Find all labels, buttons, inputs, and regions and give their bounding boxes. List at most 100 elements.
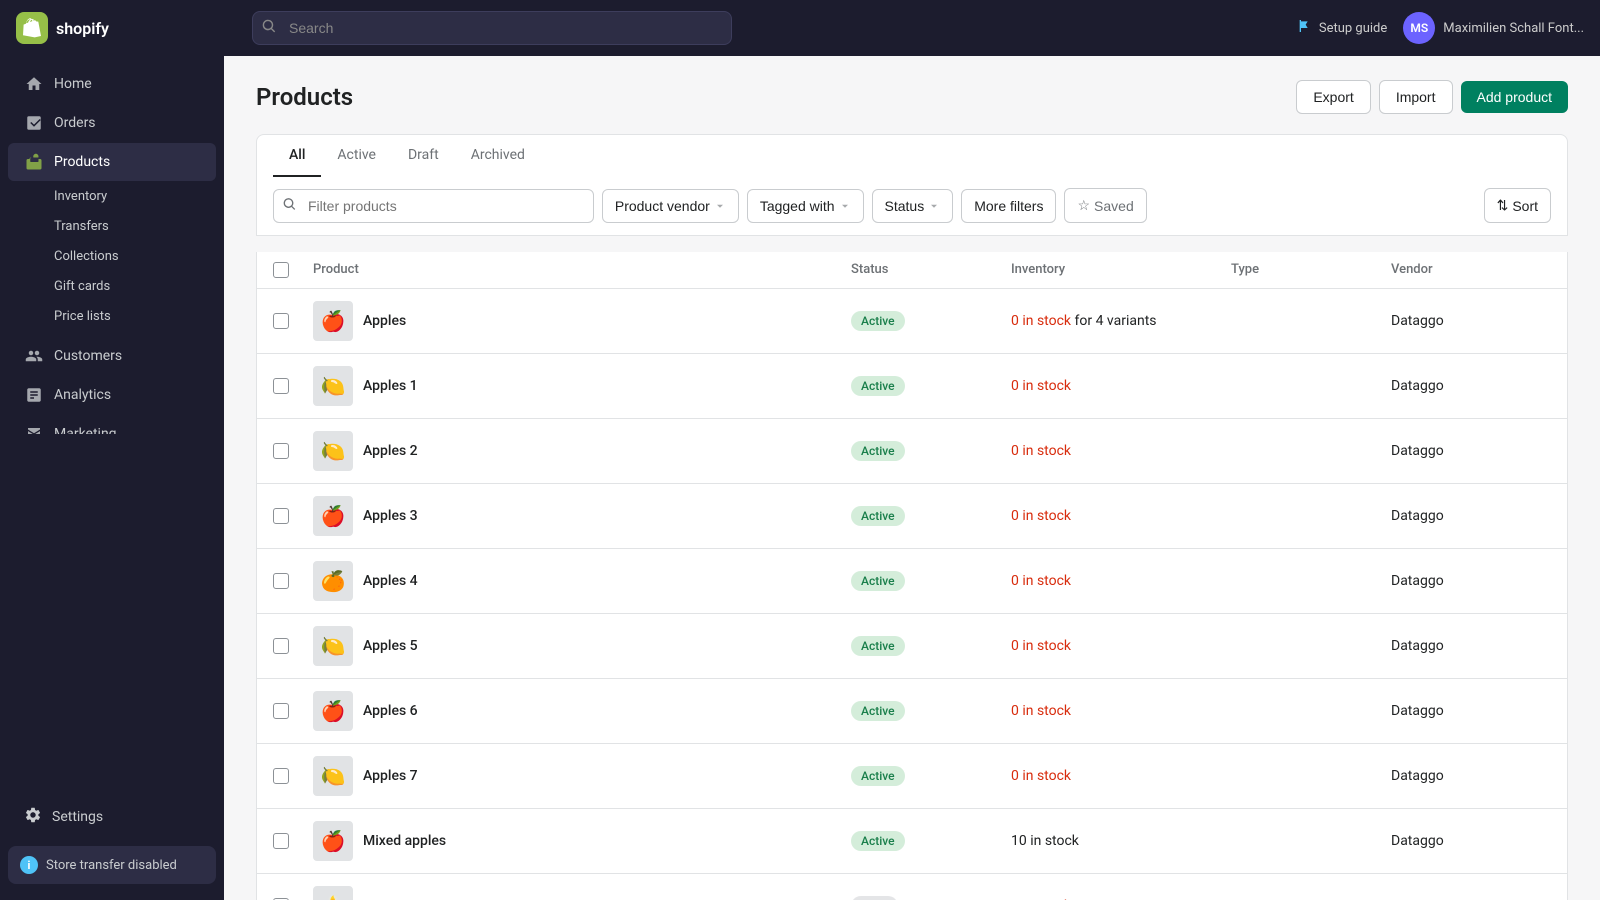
setup-guide-button[interactable]: Setup guide — [1297, 18, 1387, 38]
row-checkbox[interactable] — [273, 378, 289, 394]
row-checkbox[interactable] — [273, 508, 289, 524]
product-name: Apples 5 — [363, 638, 418, 654]
vendor-cell: Dataggo — [1391, 833, 1551, 849]
table-row[interactable]: 🍋 Apples 5 Active 0 in stock Dataggo — [257, 614, 1567, 679]
table-row[interactable]: 🍋 Apples 1 Active 0 in stock Dataggo — [257, 354, 1567, 419]
row-checkbox[interactable] — [273, 703, 289, 719]
sidebar-item-marketing[interactable]: Marketing — [8, 415, 216, 434]
row-checkbox[interactable] — [273, 573, 289, 589]
row-checkbox[interactable] — [273, 638, 289, 654]
customers-icon — [24, 346, 44, 366]
row-checkbox[interactable] — [273, 313, 289, 329]
product-search[interactable] — [273, 189, 594, 223]
status-cell: Active — [851, 506, 1011, 526]
sidebar-item-products[interactable]: Products — [8, 143, 216, 181]
export-button[interactable]: Export — [1296, 80, 1370, 114]
table-row[interactable]: 🍎 Apples Active 0 in stock for 4 variant… — [257, 289, 1567, 354]
home-icon — [24, 74, 44, 94]
status-badge: Active — [851, 376, 905, 396]
product-name: Apples — [363, 313, 406, 329]
status-badge: Active — [851, 311, 905, 331]
inventory-cell: 10 in stock — [1011, 833, 1231, 849]
products-table: Product Status Inventory Type Vendor 🍎 A… — [256, 252, 1568, 900]
header-actions: Export Import Add product — [1296, 80, 1568, 114]
vendor-cell: Dataggo — [1391, 443, 1551, 459]
user-menu[interactable]: MS Maximilien Schall Font... — [1403, 12, 1584, 44]
tagged-with-filter[interactable]: Tagged with — [747, 189, 864, 223]
product-cell: 🍎 Apples 3 — [313, 496, 851, 536]
sidebar-settings[interactable]: Settings — [8, 797, 216, 837]
saved-button[interactable]: ☆ Saved — [1064, 188, 1146, 223]
tab-archived[interactable]: Archived — [455, 135, 541, 177]
row-checkbox-cell — [273, 638, 313, 654]
analytics-icon — [24, 385, 44, 405]
row-checkbox-cell — [273, 703, 313, 719]
sidebar-item-analytics[interactable]: Analytics — [8, 376, 216, 414]
header-type: Type — [1231, 262, 1391, 278]
global-search[interactable] — [252, 11, 732, 45]
row-checkbox-cell — [273, 313, 313, 329]
product-vendor-filter[interactable]: Product vendor — [602, 189, 739, 223]
more-filters-button[interactable]: More filters — [961, 189, 1056, 223]
inventory-cell: 0 in stock — [1011, 443, 1231, 459]
import-button[interactable]: Import — [1379, 80, 1453, 114]
logo: shopify — [16, 12, 240, 44]
header-inventory: Inventory — [1011, 262, 1231, 278]
row-checkbox-cell — [273, 573, 313, 589]
filter-search-icon — [283, 197, 296, 214]
table-row[interactable]: 🍊 Apples 4 Active 0 in stock Dataggo — [257, 549, 1567, 614]
product-thumbnail: 🍊 — [313, 561, 353, 601]
status-cell: Active — [851, 441, 1011, 461]
add-product-button[interactable]: Add product — [1461, 81, 1569, 113]
table-row[interactable]: 🍎 Apples 6 Active 0 in stock Dataggo — [257, 679, 1567, 744]
product-thumbnail: 🕯️ — [313, 886, 353, 900]
sidebar-item-collections[interactable]: Collections — [8, 242, 216, 271]
search-input[interactable] — [252, 11, 732, 45]
table-row[interactable]: 🍎 Mixed apples Active 10 in stock Datagg… — [257, 809, 1567, 874]
row-checkbox[interactable] — [273, 443, 289, 459]
row-checkbox[interactable] — [273, 833, 289, 849]
status-cell: Draft — [851, 896, 1011, 900]
row-checkbox[interactable] — [273, 768, 289, 784]
page-title: Products — [256, 83, 353, 111]
product-thumbnail: 🍋 — [313, 626, 353, 666]
products-icon — [24, 152, 44, 172]
header-checkbox-cell — [273, 262, 313, 278]
vendor-cell: Dataggo — [1391, 703, 1551, 719]
product-cell: 🍊 Apples 4 — [313, 561, 851, 601]
sidebar-item-home[interactable]: Home — [8, 65, 216, 103]
table-row[interactable]: 🍋 Apples 7 Active 0 in stock Dataggo — [257, 744, 1567, 809]
sidebar-nav: Home Orders Products — [0, 56, 224, 434]
product-cell: 🕯️ Pommes — [313, 886, 851, 900]
product-name: Apples 3 — [363, 508, 418, 524]
sidebar-item-customers[interactable]: Customers — [8, 337, 216, 375]
row-checkbox-cell — [273, 443, 313, 459]
sidebar-item-inventory[interactable]: Inventory — [8, 182, 216, 211]
status-filter[interactable]: Status — [872, 189, 954, 223]
vendor-cell: Dataggo — [1391, 378, 1551, 394]
sort-button[interactable]: ⇅ Sort — [1484, 188, 1551, 223]
tab-all[interactable]: All — [273, 135, 321, 177]
search-icon — [262, 19, 276, 37]
sidebar-item-orders[interactable]: Orders — [8, 104, 216, 142]
tab-active[interactable]: Active — [321, 135, 392, 177]
product-cell: 🍋 Apples 1 — [313, 366, 851, 406]
header-status: Status — [851, 262, 1011, 278]
row-checkbox-cell — [273, 378, 313, 394]
table-body: 🍎 Apples Active 0 in stock for 4 variant… — [257, 289, 1567, 900]
tab-draft[interactable]: Draft — [392, 135, 455, 177]
sidebar-item-transfers[interactable]: Transfers — [8, 212, 216, 241]
status-badge: Active — [851, 441, 905, 461]
table-row[interactable]: 🍎 Apples 3 Active 0 in stock Dataggo — [257, 484, 1567, 549]
product-name: Apples 7 — [363, 768, 418, 784]
vendor-cell: Dataggo — [1391, 313, 1551, 329]
sidebar-item-price-lists[interactable]: Price lists — [8, 302, 216, 331]
sidebar-item-gift-cards[interactable]: Gift cards — [8, 272, 216, 301]
select-all-checkbox[interactable] — [273, 262, 289, 278]
orders-icon — [24, 113, 44, 133]
inventory-cell: 0 in stock — [1011, 768, 1231, 784]
product-name: Apples 4 — [363, 573, 418, 589]
filter-products-input[interactable] — [273, 189, 594, 223]
table-row[interactable]: 🍋 Apples 2 Active 0 in stock Dataggo — [257, 419, 1567, 484]
table-row[interactable]: 🕯️ Pommes Draft 0 in stock Dataggo — [257, 874, 1567, 900]
